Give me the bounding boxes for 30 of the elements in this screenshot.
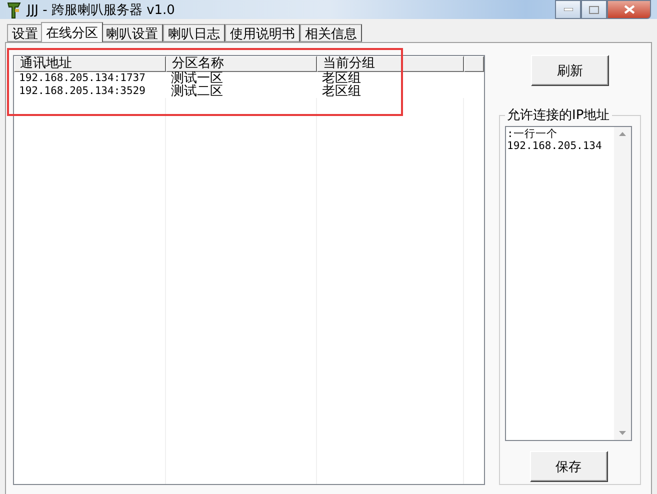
table-cell-text: 192.168.205.134:1737 xyxy=(18,72,146,85)
column-header[interactable]: 通讯地址 xyxy=(14,56,166,72)
scroll-up-icon[interactable] xyxy=(619,132,626,136)
table-cell-text: 测试一区 xyxy=(170,72,224,85)
column-header[interactable]: 分区名称 xyxy=(166,56,317,72)
tab[interactable]: 在线分区 xyxy=(41,22,103,42)
tab[interactable]: 使用说明书 xyxy=(225,24,300,42)
ip-text-area[interactable]: :一行一个 192.168.205.134 xyxy=(505,126,632,441)
minimize-button[interactable] xyxy=(555,0,581,19)
close-button[interactable] xyxy=(607,0,651,19)
refresh-button[interactable]: 刷新 xyxy=(531,55,609,86)
scrollbar[interactable] xyxy=(614,127,631,440)
table-cell-text: 192.168.205.134:3529 xyxy=(18,85,146,98)
group-label: 允许连接的IP地址 xyxy=(506,107,611,124)
tab[interactable]: 喇叭设置 xyxy=(101,24,163,42)
table-cell-text: 测试二区 xyxy=(170,85,224,98)
tab[interactable]: 喇叭日志 xyxy=(163,24,225,42)
tab[interactable]: 相关信息 xyxy=(300,24,362,42)
minimize-icon xyxy=(564,8,572,11)
window-title: JJJ - 跨服喇叭服务器 v1.0 xyxy=(27,2,175,18)
column-header[interactable]: 当前分组 xyxy=(317,56,464,72)
maximize-icon xyxy=(589,6,599,14)
scroll-down-icon[interactable] xyxy=(619,431,626,435)
table-cell-text: 老区组 xyxy=(321,72,362,85)
app-icon xyxy=(6,0,22,18)
table-cell-text: 老区组 xyxy=(321,85,362,98)
maximize-button[interactable] xyxy=(581,0,607,19)
tab[interactable]: 设置 xyxy=(7,24,43,42)
close-icon xyxy=(624,5,634,14)
save-button[interactable]: 保存 xyxy=(530,451,608,482)
